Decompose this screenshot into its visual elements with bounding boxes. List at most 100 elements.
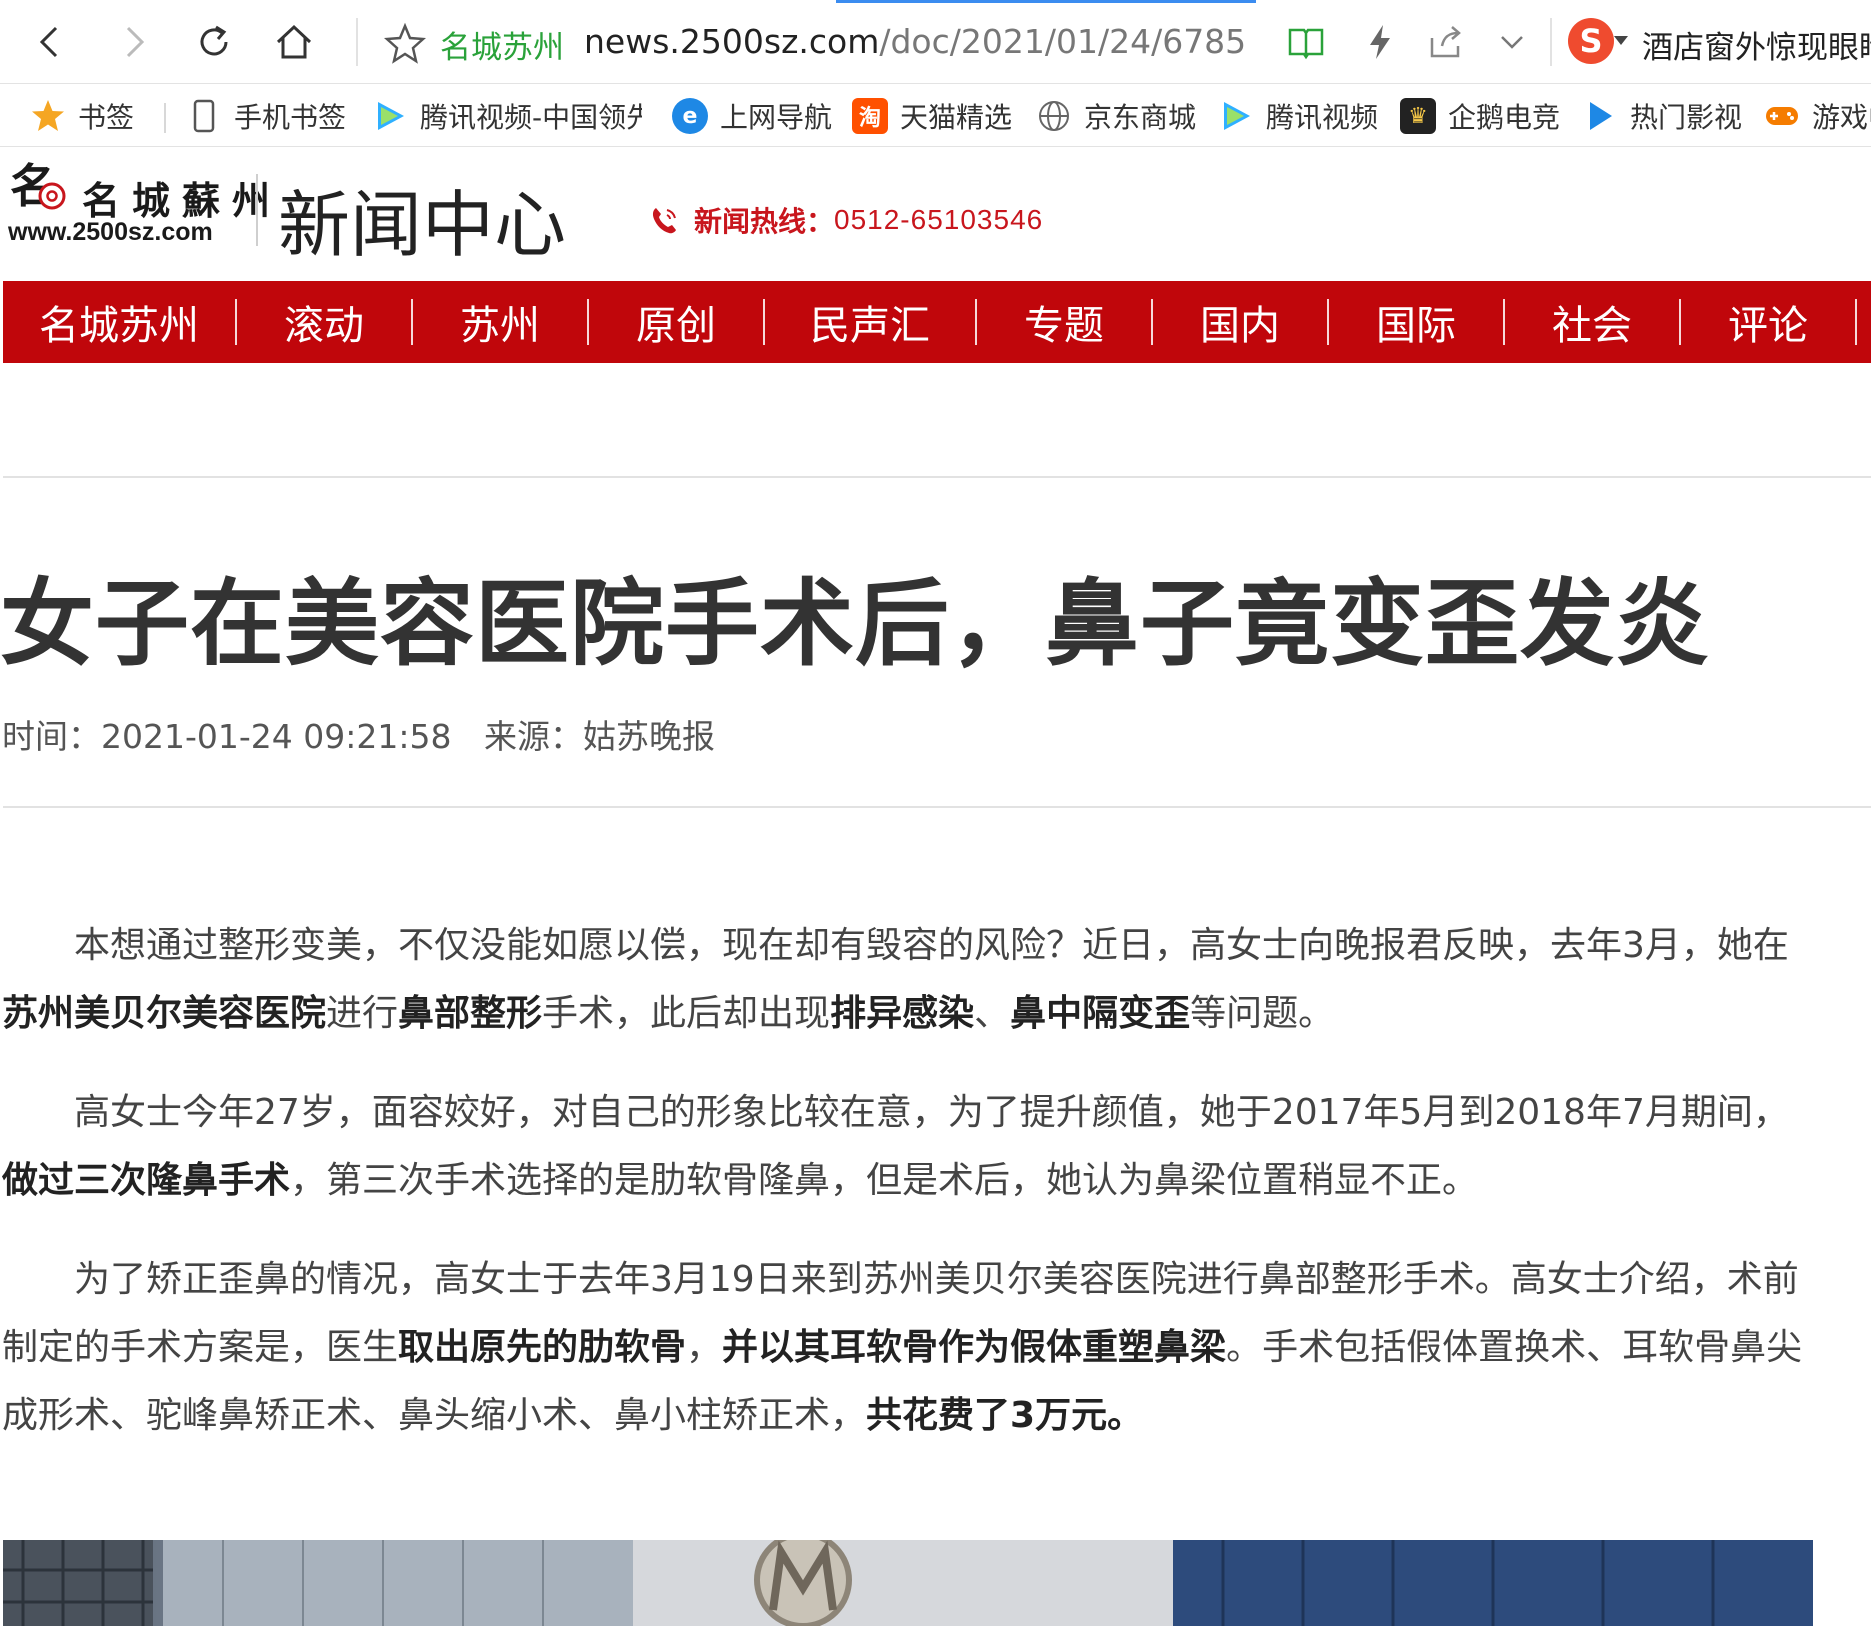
- bookmark-item[interactable]: 京东商城: [1036, 95, 1196, 137]
- bookmark-item[interactable]: 热门影视: [1582, 95, 1742, 137]
- article-paragraph: 为了矫正歪鼻的情况，高女士于去年3月19日来到苏州美贝尔美容医院进行鼻部整形手术…: [2, 1246, 1822, 1450]
- nav-item-original[interactable]: 原创: [589, 281, 763, 363]
- tencent-video-icon: [1224, 102, 1250, 130]
- url-site-label[interactable]: 名城苏州: [440, 22, 564, 67]
- paragraph-text: 进行: [326, 993, 399, 1034]
- bookmarks-bar: 书签 手机书签 腾讯视频-中国领先 e 上网导航 淘 天猫精选 京东商城 腾讯视…: [0, 85, 1871, 147]
- building-photo: [3, 1540, 1813, 1626]
- back-button[interactable]: [24, 16, 76, 68]
- nav-item-topics[interactable]: 专题: [977, 281, 1151, 363]
- emphasis-text: 鼻中隔变歪: [1010, 993, 1191, 1034]
- bookmark-separator: [164, 103, 166, 133]
- bookmark-label: 书签: [78, 101, 135, 134]
- url-host: news.2500sz.com: [584, 22, 880, 61]
- site-header: 名 名城蘇州 www.2500sz.com 新闻中心 新闻热线： 0512-65…: [0, 148, 1871, 280]
- source-value: 姑苏晚报: [583, 717, 715, 756]
- search-hint[interactable]: 酒店窗外惊现眼睛: [1642, 22, 1871, 67]
- article-time: 时间：2021-01-24 09:21:58: [2, 710, 451, 758]
- nav-item-mingcheng-suzhou[interactable]: 名城苏州: [3, 281, 235, 363]
- globe-icon: [1039, 101, 1069, 131]
- nav-item-international[interactable]: 国际: [1329, 281, 1503, 363]
- bookmark-label: 京东商城: [1084, 101, 1197, 134]
- caret-down-icon[interactable]: [1614, 36, 1628, 45]
- paragraph-text: ，: [686, 1327, 723, 1368]
- bookmark-item[interactable]: ♛ 企鹅电竞: [1400, 95, 1560, 137]
- nav-item-commentary[interactable]: 评论: [1681, 281, 1855, 363]
- url-path: /doc/2021/01/24/678564.sl: [879, 22, 1244, 61]
- phone-icon: [193, 99, 215, 133]
- bookmark-item[interactable]: 游戏中: [1764, 95, 1871, 137]
- nav-item-domestic[interactable]: 国内: [1153, 281, 1327, 363]
- article-paragraph: 高女士今年27岁，面容姣好，对自己的形象比较在意，为了提升颜值，她于2017年5…: [2, 1079, 1822, 1215]
- paragraph-text: 手术，此后却出现: [542, 993, 831, 1034]
- site-logo-text[interactable]: 名城蘇州: [82, 170, 282, 225]
- home-button[interactable]: [268, 16, 320, 68]
- reader-mode-icon[interactable]: [1284, 20, 1328, 64]
- forward-button[interactable]: [108, 16, 160, 68]
- addr-divider: [1550, 18, 1552, 66]
- emphasis-text: 共花费了3万元。: [866, 1395, 1144, 1436]
- bookmark-label: 企鹅电竞: [1448, 101, 1561, 134]
- nav-item-suzhou[interactable]: 苏州: [413, 281, 587, 363]
- source-label: 来源：: [484, 717, 583, 756]
- home-icon: [276, 24, 312, 59]
- bookmark-item[interactable]: 腾讯视频-中国领先: [372, 95, 642, 137]
- logo-divider: [256, 174, 258, 246]
- addr-divider: [356, 18, 358, 66]
- bookmark-star-icon[interactable]: [384, 22, 426, 64]
- sogou-search-icon[interactable]: S: [1568, 18, 1614, 64]
- browser-address-bar: 名城苏州 news.2500sz.com/doc/2021/01/24/6785…: [0, 0, 1871, 84]
- bookmark-item[interactable]: 书签: [30, 95, 134, 137]
- main-nav: 名城苏州 滚动 苏州 原创 民声汇 专题 国内 国际 社会 评论: [3, 281, 1871, 363]
- ie-icon: e: [672, 98, 708, 134]
- tencent-video-icon: [378, 102, 404, 130]
- bookmark-item[interactable]: 腾讯视频: [1218, 95, 1378, 137]
- paragraph-text: 等问题。: [1190, 993, 1335, 1034]
- bookmark-item[interactable]: 手机书签: [186, 95, 346, 137]
- site-logo-url[interactable]: www.2500sz.com: [8, 218, 213, 247]
- paragraph-text: 本想通过整形变美，不仅没能如愿以偿，现在却有毁容的风险？近日，高女士向晚报君反映…: [74, 925, 1789, 966]
- nav-separator: [1855, 299, 1857, 345]
- gamepad-icon: [1766, 107, 1798, 125]
- nav-item-rolling[interactable]: 滚动: [237, 281, 411, 363]
- page-load-progress: [836, 0, 1256, 3]
- hotline-label: 新闻热线：: [694, 205, 835, 238]
- article-source: 来源：姑苏晚报: [484, 710, 715, 758]
- article-paragraph: 本想通过整形变美，不仅没能如愿以偿，现在却有毁容的风险？近日，高女士向晚报君反映…: [2, 912, 1822, 1048]
- bookmark-label: 腾讯视频: [1266, 101, 1379, 134]
- share-icon[interactable]: [1424, 20, 1468, 64]
- bookmark-item[interactable]: e 上网导航: [672, 95, 832, 137]
- hotline-number: 0512-65103546: [834, 204, 1044, 235]
- bookmark-label: 天猫精选: [900, 101, 1013, 134]
- time-label: 时间：: [2, 717, 101, 756]
- star-icon: [32, 100, 64, 131]
- phone-call-icon: [652, 208, 676, 234]
- emphasis-text: 做过三次隆鼻手术: [2, 1160, 291, 1201]
- nav-item-society[interactable]: 社会: [1505, 281, 1679, 363]
- taobao-icon: 淘: [852, 98, 888, 134]
- chevron-left-icon: [39, 26, 58, 58]
- play-icon: [1590, 102, 1612, 130]
- emphasis-text: 苏州美贝尔美容医院: [2, 993, 327, 1034]
- emphasis-text: 排异感染: [830, 993, 975, 1034]
- url-field[interactable]: news.2500sz.com/doc/2021/01/24/678564.sl: [584, 22, 1244, 61]
- news-hotline: 新闻热线： 0512-65103546: [648, 200, 1043, 240]
- divider: [3, 476, 1871, 478]
- article-title: 女子在美容医院手术后，鼻子竟变歪发炎: [0, 570, 1711, 679]
- paragraph-text: 高女士今年27岁，面容姣好，对自己的形象比较在意，为了提升颜值，她于2017年5…: [74, 1092, 1789, 1133]
- penguin-esports-icon: ♛: [1400, 98, 1436, 134]
- bookmark-item[interactable]: 淘 天猫精选: [852, 95, 1012, 137]
- chevron-right-icon: [126, 26, 145, 58]
- bookmark-label: 热门影视: [1630, 101, 1743, 134]
- chevron-down-icon[interactable]: [1490, 20, 1534, 64]
- divider: [3, 806, 1871, 808]
- bookmark-label: 腾讯视频-中国领先: [420, 101, 642, 134]
- reload-button[interactable]: [188, 16, 240, 68]
- paragraph-text: ，第三次手术选择的是肋软骨隆鼻，但是术后，她认为鼻梁位置稍显不正。: [290, 1160, 1479, 1201]
- bookmark-label: 手机书签: [234, 101, 347, 134]
- nav-item-minshenghui[interactable]: 民声汇: [765, 281, 975, 363]
- site-logo-mark[interactable]: 名: [8, 156, 66, 216]
- lightning-icon[interactable]: [1358, 20, 1402, 64]
- emphasis-text: 并以其耳软骨作为假体重塑鼻梁: [722, 1327, 1227, 1368]
- article-photo: [3, 1540, 1813, 1626]
